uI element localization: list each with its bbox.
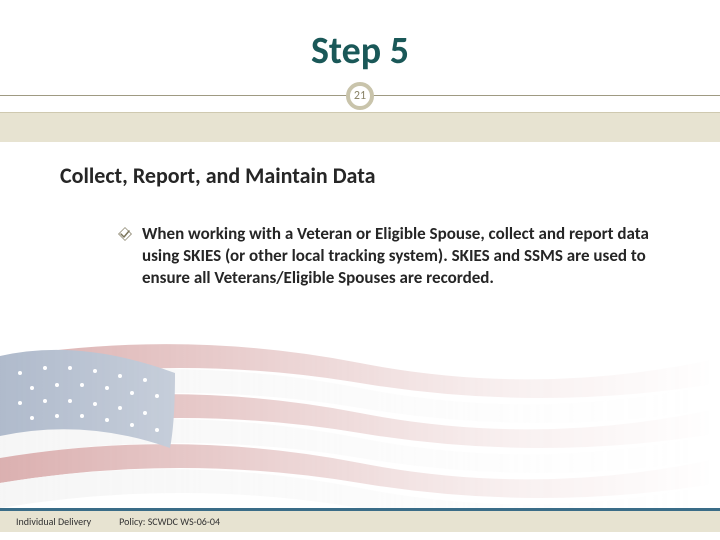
slide: Step 5 21 Collect, Report, and Maintain …	[0, 0, 720, 540]
subtitle: Collect, Report, and Maintain Data	[60, 162, 660, 189]
slide-title: Step 5	[311, 28, 409, 74]
page-number-badge: 21	[346, 82, 374, 110]
footer-left: Individual Delivery	[16, 515, 91, 528]
bullet-item: When working with a Veteran or Eligible …	[60, 223, 660, 289]
divider: 21	[0, 82, 720, 112]
checkmark-icon	[118, 227, 132, 241]
footer: Individual Delivery Policy: SCWDC WS-06-…	[0, 508, 720, 532]
header: Step 5	[0, 0, 720, 82]
bullet-text: When working with a Veteran or Eligible …	[142, 223, 650, 289]
footer-right: Policy: SCWDC WS-06-04	[119, 515, 220, 528]
flag-background-image	[0, 338, 720, 528]
beige-band	[0, 112, 720, 142]
content-area: Collect, Report, and Maintain Data When …	[0, 142, 720, 299]
